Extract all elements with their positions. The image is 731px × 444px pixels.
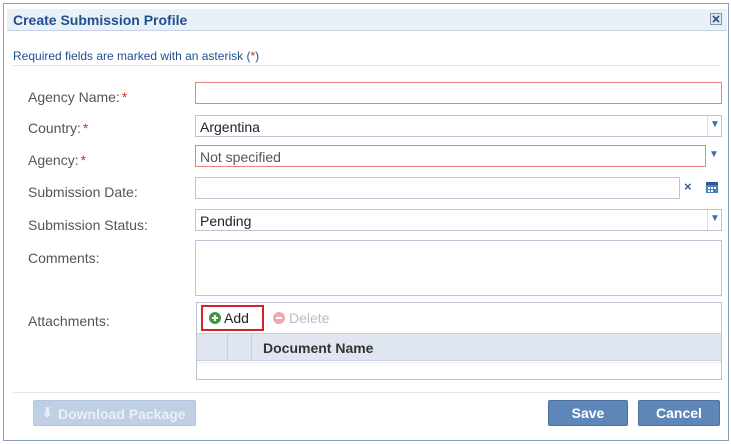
agency-name-input[interactable] [195, 82, 722, 104]
save-button[interactable]: Save [548, 400, 628, 426]
country-select[interactable]: Argentina ▼ [195, 115, 722, 137]
submission-date-label: Submission Date: [28, 184, 138, 200]
agency-label: Agency: * [28, 152, 87, 168]
delete-attachment-button[interactable]: Delete [289, 310, 329, 326]
chevron-down-icon[interactable]: ▼ [707, 116, 721, 136]
country-label: Country: * [28, 120, 89, 136]
download-arrow-icon: ⬇ [42, 405, 53, 420]
calendar-icon[interactable] [705, 180, 719, 194]
download-package-button[interactable]: ⬇ Download Package [33, 400, 196, 426]
comments-label: Comments: [28, 250, 100, 266]
footer-divider [13, 392, 721, 393]
close-icon[interactable] [710, 13, 722, 25]
cancel-button[interactable]: Cancel [638, 400, 720, 426]
add-icon [209, 312, 221, 324]
chevron-down-icon[interactable]: ▼ [707, 210, 721, 230]
chevron-down-icon[interactable]: ▼ [707, 146, 721, 166]
grid-row-line [197, 362, 721, 363]
required-note: Required fields are marked with an aster… [13, 49, 260, 63]
download-label: Download Package [58, 406, 186, 422]
attachments-label: Attachments: [28, 313, 110, 329]
agency-name-label: Agency Name: * [28, 89, 128, 105]
clear-date-icon[interactable]: × [684, 180, 696, 194]
agency-select[interactable]: Not specified [195, 145, 706, 167]
column-separator [251, 333, 252, 361]
submission-status-label: Submission Status: [28, 217, 148, 233]
column-separator [227, 333, 228, 361]
delete-icon [273, 312, 285, 324]
submission-date-input[interactable] [195, 177, 680, 199]
dialog-title: Create Submission Profile [13, 12, 188, 28]
document-name-header[interactable]: Document Name [263, 340, 373, 356]
comments-textarea[interactable] [195, 240, 722, 296]
submission-status-select[interactable]: Pending ▼ [195, 209, 722, 231]
add-label: Add [224, 310, 249, 326]
